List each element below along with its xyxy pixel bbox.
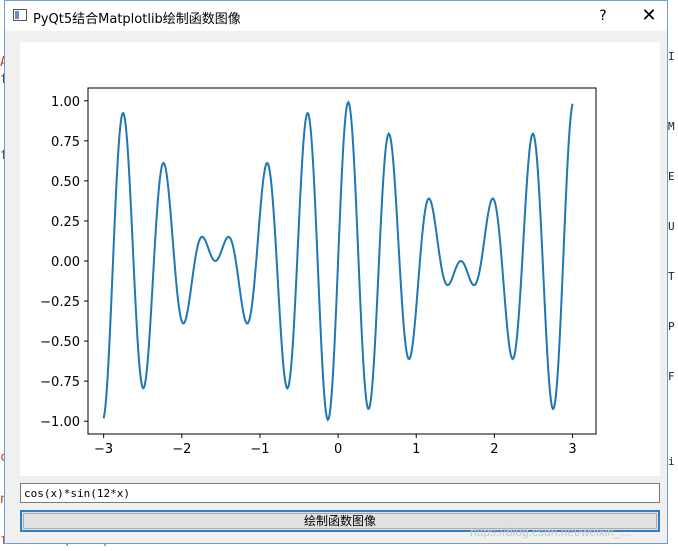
x-axis: −3 −2 −1 0 1 2 3 xyxy=(94,434,577,457)
function-plot: −3 −2 −1 0 1 2 3 1.00 0.75 0.50 0.25 0.00 −0.25 −0.5… xyxy=(40,87,597,457)
x-tick-label: 2 xyxy=(490,442,498,457)
x-tick-label: 1 xyxy=(412,442,420,457)
y-tick-label: 0.25 xyxy=(51,215,80,230)
x-tick-label: −1 xyxy=(250,442,269,457)
title-bar: PyQt5结合Matplotlib绘制函数图像 ? ✕ xyxy=(5,1,667,31)
x-tick-label: −3 xyxy=(94,442,113,457)
y-tick-label: −0.50 xyxy=(40,335,80,350)
y-tick-label: −1.00 xyxy=(40,415,80,430)
window-icon xyxy=(13,9,27,21)
function-line xyxy=(102,100,574,422)
y-tick-label: −0.75 xyxy=(40,375,80,390)
y-tick-label: 0.75 xyxy=(51,135,80,150)
function-input[interactable] xyxy=(20,483,660,503)
axes-frame xyxy=(87,87,597,435)
help-button[interactable]: ? xyxy=(585,1,621,31)
x-tick-label: 0 xyxy=(334,442,342,457)
y-tick-label: 1.00 xyxy=(51,95,80,110)
close-button[interactable]: ✕ xyxy=(631,1,667,31)
x-tick-label: 3 xyxy=(568,442,576,457)
matplotlib-canvas: −3 −2 −1 0 1 2 3 1.00 0.75 0.50 0.25 0.00 −0.25 −0.5… xyxy=(20,42,660,476)
y-axis: 1.00 0.75 0.50 0.25 0.00 −0.25 −0.50 −0.75 −1.00 xyxy=(40,95,88,430)
watermark-text: https://blog.csdn.net/weixin_... xyxy=(470,525,631,539)
x-tick-label: −2 xyxy=(172,442,191,457)
y-tick-label: 0.00 xyxy=(51,255,80,270)
y-tick-label: −0.25 xyxy=(40,295,80,310)
app-window: PyQt5结合Matplotlib绘制函数图像 ? ✕ −3 −2 −1 0 1 2 3 1… xyxy=(4,0,668,544)
window-title: PyQt5结合Matplotlib绘制函数图像 xyxy=(33,12,241,27)
y-tick-label: 0.50 xyxy=(51,175,80,190)
background-editor-right: I M E U T P F i xyxy=(668,0,678,551)
